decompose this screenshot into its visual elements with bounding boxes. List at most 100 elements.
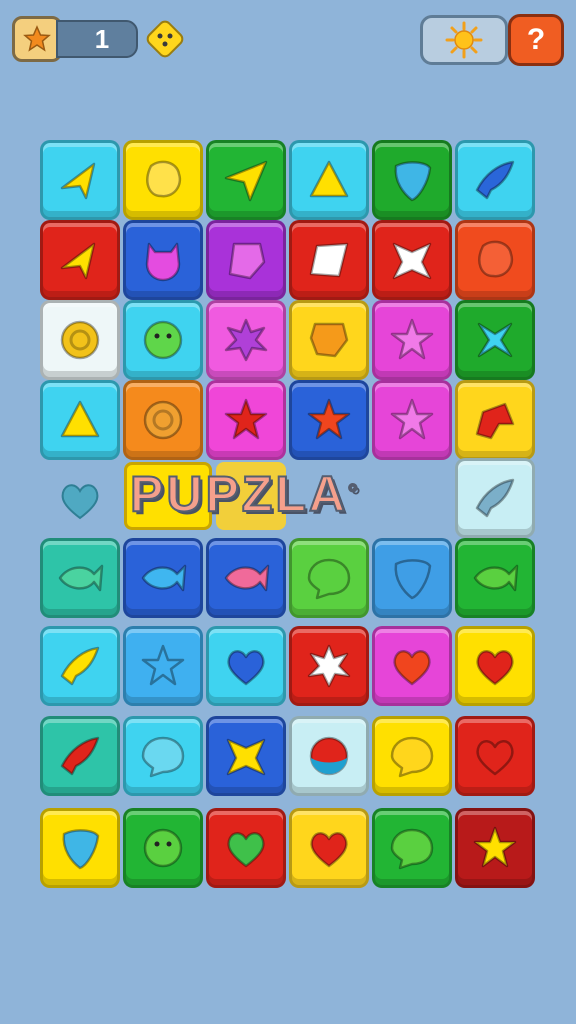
star-icon (473, 826, 517, 868)
tile-ring[interactable] (40, 300, 120, 380)
ball-icon (309, 736, 349, 776)
tile-triangle[interactable] (40, 380, 120, 460)
star-icon (141, 644, 185, 686)
bubble-icon (390, 828, 434, 870)
heart-icon (227, 832, 265, 868)
tile-bubble[interactable] (372, 808, 452, 888)
triangle-icon (60, 400, 100, 438)
tile-bird[interactable] (40, 716, 120, 796)
gem-icon (228, 242, 266, 280)
game-title-text: PUPZLA (129, 465, 348, 523)
tile-heart[interactable] (372, 626, 452, 706)
heart-icon (227, 650, 265, 686)
cat-icon (145, 242, 181, 282)
tile-arrow[interactable] (40, 140, 120, 220)
cross-icon (477, 322, 513, 358)
tile-star[interactable] (289, 380, 369, 460)
drop-icon (394, 559, 432, 600)
tile-heart[interactable] (289, 808, 369, 888)
tile-arrow[interactable] (40, 220, 120, 300)
splat-icon (224, 318, 268, 362)
game-title-mark: ° (347, 479, 361, 508)
fish-icon (58, 564, 104, 592)
tile-ring[interactable] (123, 380, 203, 460)
tile-bubble[interactable] (123, 716, 203, 796)
tile-heart[interactable] (455, 716, 535, 796)
tile-star[interactable] (372, 300, 452, 380)
fish-icon (141, 564, 187, 592)
tile-bow[interactable] (372, 220, 452, 300)
floating-heart-piece[interactable] (54, 474, 106, 526)
diamond-icon (309, 242, 349, 278)
tile-fish[interactable] (40, 538, 120, 618)
tile-cross[interactable] (455, 300, 535, 380)
heart-icon (393, 650, 431, 686)
tile-hat[interactable] (455, 380, 535, 460)
tile-circle[interactable] (123, 808, 203, 888)
tile-splat[interactable] (289, 626, 369, 706)
ring-icon (143, 400, 183, 440)
tile-bubble[interactable] (372, 716, 452, 796)
tile-drop[interactable] (40, 808, 120, 888)
tile-blob[interactable] (123, 140, 203, 220)
triangle-icon (309, 160, 349, 198)
heart-icon (310, 832, 348, 868)
tile-shield[interactable] (289, 300, 369, 380)
arrow-icon (60, 242, 96, 280)
tile-bird[interactable] (40, 626, 120, 706)
tile-blob[interactable] (455, 220, 535, 300)
star-icon (390, 398, 434, 440)
shield-icon (309, 322, 349, 358)
bow-icon (392, 242, 432, 280)
drop-icon (394, 161, 432, 202)
drop-icon (62, 829, 100, 870)
tile-heart[interactable] (206, 626, 286, 706)
tile-bubble[interactable] (289, 538, 369, 618)
tile-triangle[interactable] (289, 140, 369, 220)
tile-fish[interactable] (455, 538, 535, 618)
star-icon (224, 398, 268, 440)
tile-gem[interactable] (206, 220, 286, 300)
tile-drop[interactable] (372, 538, 452, 618)
title-banner: PUPZLA° (124, 458, 448, 530)
bubble-icon (141, 736, 185, 778)
tile-star[interactable] (455, 808, 535, 888)
bubble-icon (390, 736, 434, 778)
tile-heart[interactable] (455, 626, 535, 706)
heart-icon (476, 650, 514, 686)
tile-star[interactable] (372, 380, 452, 460)
tile-heart[interactable] (206, 808, 286, 888)
star-icon (307, 398, 351, 440)
tile-fish[interactable] (123, 538, 203, 618)
blob-icon (478, 240, 514, 278)
blob-icon (146, 160, 182, 198)
bird-icon (475, 160, 515, 200)
heart-icon (476, 740, 514, 776)
tile-circle[interactable] (123, 300, 203, 380)
tile-star[interactable] (206, 380, 286, 460)
bird-icon (475, 478, 515, 518)
bird-icon (60, 646, 100, 686)
tile-cat[interactable] (123, 220, 203, 300)
bird-icon (60, 736, 100, 776)
tile-diamond[interactable] (289, 220, 369, 300)
circle-icon (143, 828, 183, 868)
bubble-icon (307, 558, 351, 600)
fish-icon (473, 564, 519, 592)
tile-plane[interactable] (206, 140, 286, 220)
circle-icon (143, 320, 183, 360)
splat-icon (307, 644, 351, 688)
star-icon (390, 318, 434, 360)
arrow-icon (60, 162, 96, 200)
fish-icon (224, 564, 270, 592)
tile-bow[interactable] (206, 716, 286, 796)
tile-bird[interactable] (455, 458, 535, 538)
tile-fish[interactable] (206, 538, 286, 618)
tile-star[interactable] (123, 626, 203, 706)
tile-drop[interactable] (372, 140, 452, 220)
game-title: PUPZLA° (129, 464, 361, 524)
tile-bird[interactable] (455, 140, 535, 220)
tile-ball[interactable] (289, 716, 369, 796)
heart-icon (61, 484, 99, 520)
tile-splat[interactable] (206, 300, 286, 380)
